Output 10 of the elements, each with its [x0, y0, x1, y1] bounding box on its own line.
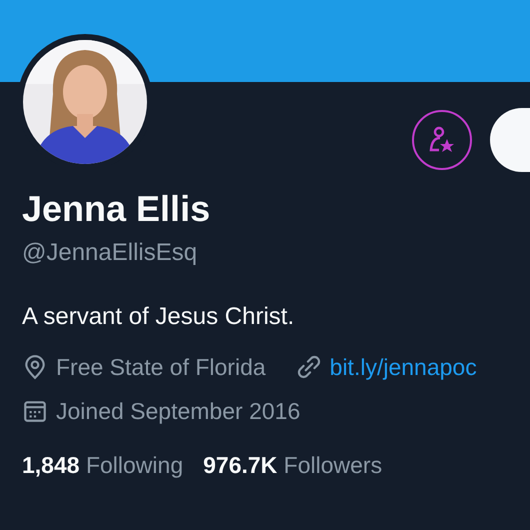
link-icon [296, 354, 322, 380]
stat-link[interactable]: 976.7K Followers [203, 452, 382, 479]
joined-date: Joined September 2016 [56, 397, 300, 426]
subscribe-button[interactable] [412, 110, 472, 170]
profile-handle: @JennaEllisEsq [22, 238, 198, 268]
location-text: Free State of Florida [56, 353, 266, 382]
website-link[interactable]: bit.ly/jennapoc [330, 352, 477, 382]
profile-name: Jenna Ellis [22, 187, 212, 231]
stat-link[interactable]: 1,848 Following [22, 452, 184, 479]
profile-bio: A servant of Jesus Christ. [22, 302, 296, 332]
